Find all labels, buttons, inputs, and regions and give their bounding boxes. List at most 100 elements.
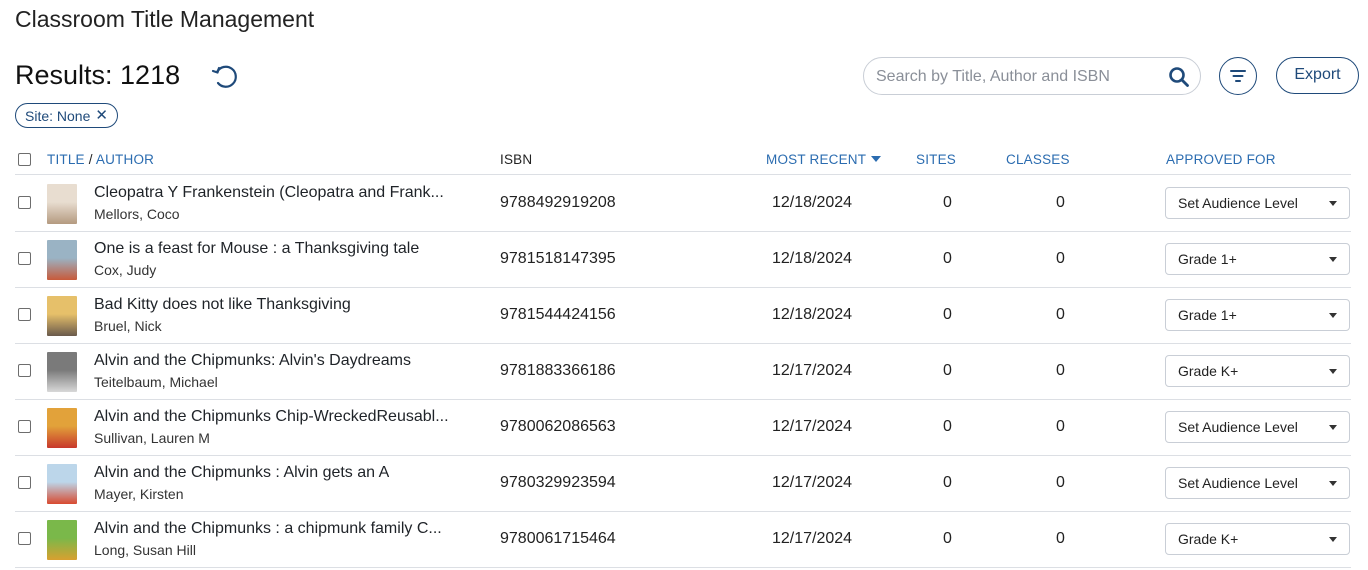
column-header-isbn: ISBN xyxy=(500,152,533,167)
filter-chip-site: Site: None ✕ xyxy=(15,103,118,128)
row-checkbox[interactable] xyxy=(18,196,31,209)
chip-remove-icon[interactable]: ✕ xyxy=(95,108,108,123)
column-header-classes[interactable]: CLASSES xyxy=(1006,152,1070,167)
sites-count: 0 xyxy=(943,362,952,379)
book-isbn: 9788492919208 xyxy=(500,194,616,211)
row-checkbox[interactable] xyxy=(18,308,31,321)
classes-count: 0 xyxy=(1056,530,1065,547)
sites-count: 0 xyxy=(943,250,952,267)
classes-count: 0 xyxy=(1056,418,1065,435)
book-author: Teitelbaum, Michael xyxy=(94,374,218,390)
approved-for-select[interactable]: Grade K+ xyxy=(1165,523,1350,555)
table-row: Alvin and the Chipmunks : Alvin gets an … xyxy=(0,455,1368,511)
table-row: Alvin and the Chipmunks Chip-WreckedReus… xyxy=(0,399,1368,455)
approved-for-value: Set Audience Level xyxy=(1178,475,1298,491)
filter-button[interactable] xyxy=(1219,57,1257,95)
book-author: Sullivan, Lauren M xyxy=(94,430,210,446)
table-row: Alvin and the Chipmunks : a chipmunk fam… xyxy=(0,511,1368,567)
column-header-author[interactable]: AUTHOR xyxy=(96,152,154,167)
search-box xyxy=(863,57,1201,95)
most-recent-date: 12/17/2024 xyxy=(772,362,853,379)
book-author: Cox, Judy xyxy=(94,262,157,278)
book-cover-thumbnail[interactable] xyxy=(47,408,77,448)
most-recent-date: 12/18/2024 xyxy=(772,306,853,323)
refresh-icon xyxy=(211,65,237,88)
sites-count: 0 xyxy=(943,306,952,323)
search-input[interactable] xyxy=(876,66,1156,88)
approved-for-value: Grade K+ xyxy=(1178,363,1239,379)
book-title[interactable]: Alvin and the Chipmunks : a chipmunk fam… xyxy=(94,520,442,538)
book-author: Long, Susan Hill xyxy=(94,542,196,558)
most-recent-date: 12/17/2024 xyxy=(772,530,853,547)
most-recent-date: 12/17/2024 xyxy=(772,418,853,435)
page-title: Classroom Title Management xyxy=(15,6,315,32)
book-isbn: 9781883366186 xyxy=(500,362,616,379)
classes-count: 0 xyxy=(1056,362,1065,379)
sites-count: 0 xyxy=(943,418,952,435)
column-header-title[interactable]: TITLE xyxy=(47,152,85,167)
approved-for-select[interactable]: Set Audience Level xyxy=(1165,467,1350,499)
approved-for-value: Set Audience Level xyxy=(1178,195,1298,211)
row-checkbox[interactable] xyxy=(18,252,31,265)
most-recent-date: 12/18/2024 xyxy=(772,194,853,211)
export-button[interactable]: Export xyxy=(1276,57,1359,94)
chevron-down-icon xyxy=(1329,201,1337,206)
row-checkbox[interactable] xyxy=(18,476,31,489)
approved-for-value: Grade 1+ xyxy=(1178,307,1237,323)
approved-for-select[interactable]: Grade K+ xyxy=(1165,355,1350,387)
book-author: Bruel, Nick xyxy=(94,318,162,334)
approved-for-select[interactable]: Grade 1+ xyxy=(1165,299,1350,331)
row-checkbox[interactable] xyxy=(18,420,31,433)
classes-count: 0 xyxy=(1056,250,1065,267)
sites-count: 0 xyxy=(943,474,952,491)
classes-count: 0 xyxy=(1056,474,1065,491)
book-title[interactable]: Alvin and the Chipmunks Chip-WreckedReus… xyxy=(94,408,449,426)
book-isbn: 9781518147395 xyxy=(500,250,616,267)
column-header-approved-for[interactable]: APPROVED FOR xyxy=(1166,152,1276,167)
approved-for-value: Set Audience Level xyxy=(1178,419,1298,435)
select-all-checkbox[interactable] xyxy=(18,153,31,166)
book-title[interactable]: Cleopatra Y Frankenstein (Cleopatra and … xyxy=(94,184,444,202)
book-cover-thumbnail[interactable] xyxy=(47,352,77,392)
book-title[interactable]: Bad Kitty does not like Thanksgiving xyxy=(94,296,351,314)
chevron-down-icon xyxy=(1329,481,1337,486)
classes-count: 0 xyxy=(1056,194,1065,211)
most-recent-date: 12/17/2024 xyxy=(772,474,853,491)
book-author: Mayer, Kirsten xyxy=(94,486,184,502)
book-isbn: 9780062086563 xyxy=(500,418,616,435)
book-cover-thumbnail[interactable] xyxy=(47,464,77,504)
approved-for-value: Grade 1+ xyxy=(1178,251,1237,267)
column-header-most-recent[interactable]: MOST RECENT xyxy=(766,152,882,167)
book-title[interactable]: One is a feast for Mouse : a Thanksgivin… xyxy=(94,240,419,258)
book-cover-thumbnail[interactable] xyxy=(47,184,77,224)
column-header-title-author: TITLE / AUTHOR xyxy=(47,152,154,167)
book-cover-thumbnail[interactable] xyxy=(47,240,77,280)
column-header-most-recent-label: MOST RECENT xyxy=(766,152,867,167)
approved-for-select[interactable]: Grade 1+ xyxy=(1165,243,1350,275)
filter-chip-label: Site: None xyxy=(25,107,91,124)
filter-icon xyxy=(1230,70,1246,82)
row-divider xyxy=(15,567,1351,568)
approved-for-select[interactable]: Set Audience Level xyxy=(1165,187,1350,219)
row-checkbox[interactable] xyxy=(18,532,31,545)
table-row: One is a feast for Mouse : a Thanksgivin… xyxy=(0,231,1368,287)
book-cover-thumbnail[interactable] xyxy=(47,296,77,336)
approved-for-select[interactable]: Set Audience Level xyxy=(1165,411,1350,443)
chevron-down-icon xyxy=(1329,537,1337,542)
column-header-sites[interactable]: SITES xyxy=(916,152,956,167)
column-header-separator: / xyxy=(88,152,93,167)
book-title[interactable]: Alvin and the Chipmunks: Alvin's Daydrea… xyxy=(94,352,411,370)
search-icon[interactable] xyxy=(1168,66,1190,88)
sites-count: 0 xyxy=(943,530,952,547)
book-title[interactable]: Alvin and the Chipmunks : Alvin gets an … xyxy=(94,464,389,482)
row-checkbox[interactable] xyxy=(18,364,31,377)
sort-desc-icon xyxy=(871,156,882,163)
approved-for-value: Grade K+ xyxy=(1178,531,1239,547)
table-row: Alvin and the Chipmunks: Alvin's Daydrea… xyxy=(0,343,1368,399)
results-count: Results: 1218 xyxy=(15,60,181,90)
book-cover-thumbnail[interactable] xyxy=(47,520,77,560)
most-recent-date: 12/18/2024 xyxy=(772,250,853,267)
sites-count: 0 xyxy=(943,194,952,211)
book-isbn: 9780061715464 xyxy=(500,530,616,547)
refresh-button[interactable] xyxy=(209,61,241,93)
